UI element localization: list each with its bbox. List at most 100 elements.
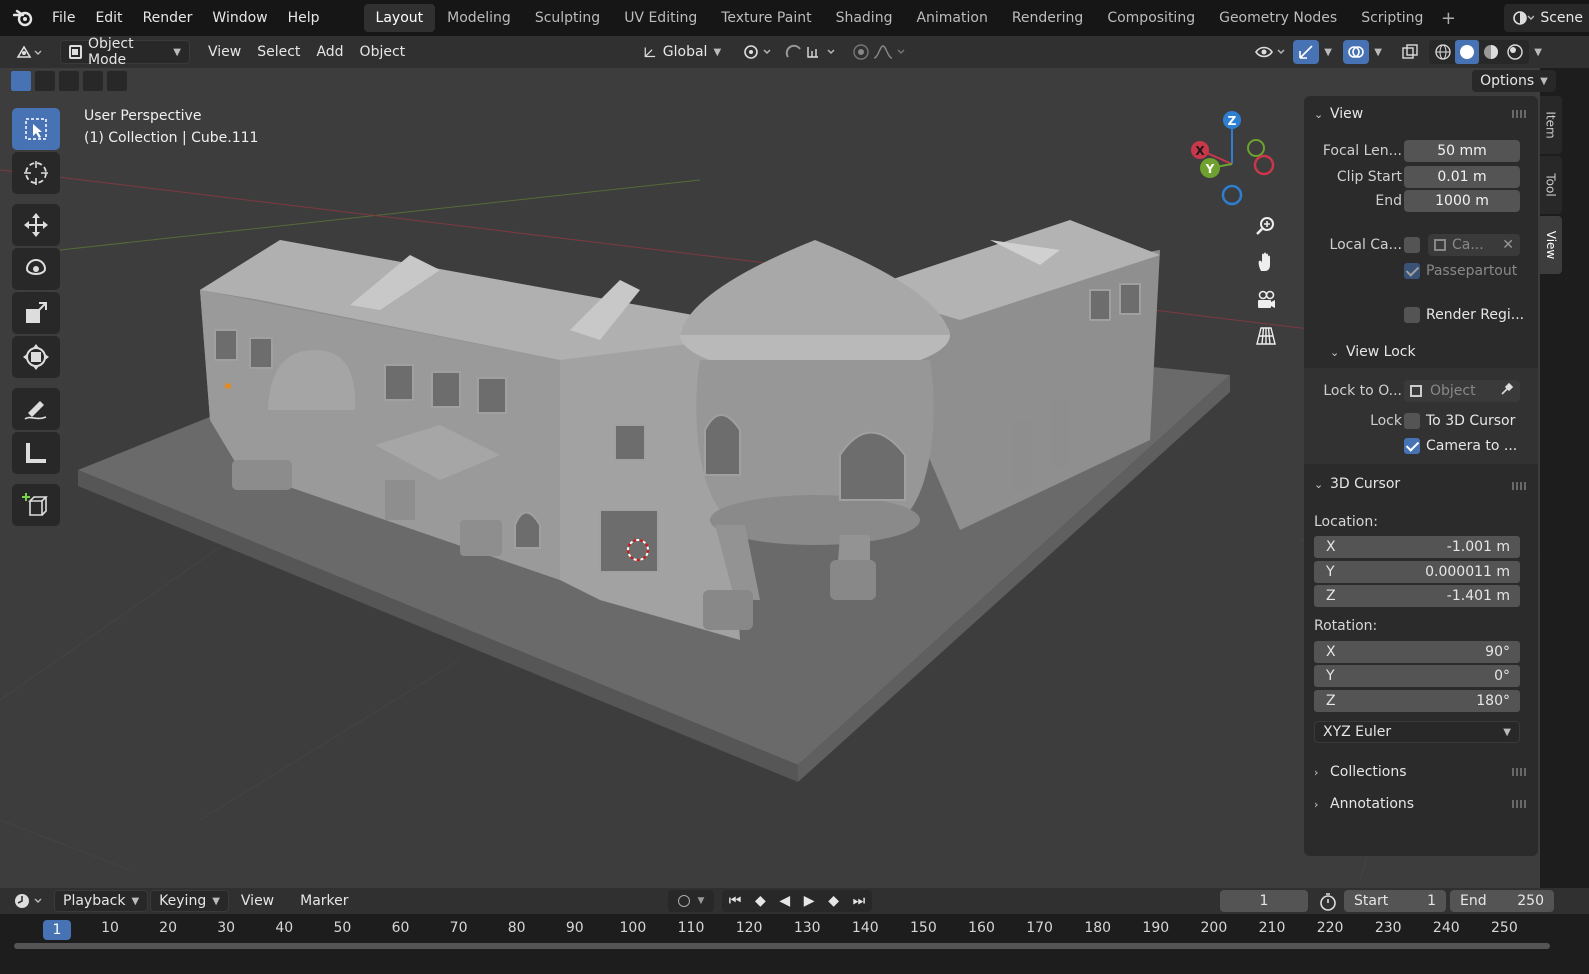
keying-menu[interactable]: Keying ▼ <box>150 890 229 912</box>
annotations-section-header[interactable]: › Annotations <box>1314 796 1414 812</box>
stopwatch-icon[interactable] <box>1318 892 1338 916</box>
scene-selector[interactable]: Scene <box>1504 4 1589 32</box>
add-workspace-icon[interactable]: + <box>1435 8 1461 29</box>
tab-shading[interactable]: Shading <box>824 4 905 32</box>
menu-window[interactable]: Window <box>202 4 277 32</box>
navigation-gizmo[interactable]: Z X Y <box>1180 102 1290 212</box>
rotation-mode-dropdown[interactable]: XYZ Euler ▼ <box>1314 721 1520 743</box>
xray-toggle-button[interactable] <box>1397 40 1423 64</box>
tab-geometry-nodes[interactable]: Geometry Nodes <box>1207 4 1349 32</box>
drag-handle-icon[interactable] <box>1512 110 1526 118</box>
lock-object-field[interactable]: Object <box>1404 380 1520 402</box>
rotate-tool[interactable] <box>12 248 60 290</box>
rendered-shading-icon[interactable] <box>1503 43 1527 61</box>
pivot-point-button[interactable] <box>739 40 779 64</box>
3d-cursor-section-header[interactable]: ⌄ 3D Cursor <box>1314 476 1400 492</box>
current-frame-field[interactable]: 1 <box>1220 890 1308 912</box>
transform-tool[interactable] <box>12 336 60 378</box>
local-camera-field[interactable]: Ca... ✕ <box>1428 234 1520 256</box>
timeline-editor-type-button[interactable] <box>10 889 50 913</box>
play-icon[interactable]: ▶ <box>804 893 815 909</box>
tab-uv-editing[interactable]: UV Editing <box>612 4 709 32</box>
cursor-location-x[interactable]: X -1.001 m <box>1314 536 1520 558</box>
solid-shading-icon[interactable] <box>1455 40 1480 64</box>
menu-file[interactable]: File <box>42 4 85 32</box>
move-tool[interactable] <box>12 204 60 246</box>
orientation-dropdown[interactable]: Global ▼ <box>635 40 729 64</box>
camera-view-icon[interactable] <box>1250 284 1282 316</box>
overlays-toggle-button[interactable] <box>1343 40 1370 64</box>
drag-handle-icon[interactable] <box>1512 800 1526 808</box>
select-intersect-icon[interactable] <box>106 70 128 92</box>
timeline-scrollbar[interactable] <box>14 943 1550 949</box>
jump-end-icon[interactable]: ⏭ <box>853 893 866 909</box>
view-lock-section-header[interactable]: ⌄ View Lock <box>1330 344 1416 360</box>
tab-compositing[interactable]: Compositing <box>1095 4 1207 32</box>
cursor-location-z[interactable]: Z -1.401 m <box>1314 585 1520 607</box>
menu-render[interactable]: Render <box>133 4 203 32</box>
header-menu-add[interactable]: Add <box>308 40 351 64</box>
focal-length-field[interactable]: 50 mm <box>1404 140 1520 162</box>
frame-ruler[interactable]: 1 10 20 30 40 50 60 70 80 90 100 110 120 130 140 150 160… <box>0 918 1589 940</box>
zoom-icon[interactable] <box>1250 210 1282 242</box>
timeline-menu-view[interactable]: View <box>233 889 282 913</box>
select-extend-icon[interactable] <box>34 70 56 92</box>
cursor-location-y[interactable]: Y 0.000011 m <box>1314 561 1520 583</box>
lock-to-cursor-checkbox[interactable] <box>1404 413 1420 429</box>
auto-keying-button[interactable]: ▼ <box>668 890 714 912</box>
pan-hand-icon[interactable] <box>1250 246 1282 278</box>
menu-help[interactable]: Help <box>278 4 330 32</box>
tab-texture-paint[interactable]: Texture Paint <box>709 4 823 32</box>
select-new-icon[interactable] <box>10 70 32 92</box>
clip-start-field[interactable]: 0.01 m <box>1404 166 1520 188</box>
tab-tool[interactable]: Tool <box>1540 156 1562 214</box>
editor-type-button[interactable] <box>10 40 50 64</box>
select-subtract-icon[interactable] <box>58 70 80 92</box>
blender-logo-icon[interactable] <box>12 7 34 29</box>
timeline-menu-marker[interactable]: Marker <box>292 889 356 913</box>
tab-modeling[interactable]: Modeling <box>435 4 523 32</box>
drag-handle-icon[interactable] <box>1512 482 1526 490</box>
options-dropdown[interactable]: Options ▼ <box>1472 70 1556 92</box>
proportional-edit-button[interactable] <box>851 40 911 64</box>
camera-to-view-checkbox[interactable] <box>1404 438 1420 454</box>
header-menu-select[interactable]: Select <box>249 40 308 64</box>
prev-keyframe-icon[interactable]: ◆ <box>755 893 766 909</box>
cursor-tool[interactable] <box>12 152 60 194</box>
local-camera-checkbox[interactable] <box>1404 237 1420 253</box>
view-section-header[interactable]: ⌄ View <box>1314 106 1363 122</box>
header-menu-view[interactable]: View <box>200 40 249 64</box>
jump-start-icon[interactable]: ⏮ <box>729 893 742 909</box>
tab-view[interactable]: View <box>1540 216 1562 274</box>
tab-layout[interactable]: Layout <box>363 4 436 32</box>
clear-icon[interactable]: ✕ <box>1502 237 1514 253</box>
add-cube-tool[interactable] <box>12 484 60 526</box>
scale-tool[interactable] <box>12 292 60 334</box>
tab-sculpting[interactable]: Sculpting <box>523 4 612 32</box>
select-box-tool[interactable] <box>12 108 60 150</box>
visibility-button[interactable] <box>1253 40 1289 64</box>
cursor-rotation-x[interactable]: X 90° <box>1314 641 1520 663</box>
perspective-grid-icon[interactable] <box>1250 320 1282 352</box>
header-menu-object[interactable]: Object <box>352 40 414 64</box>
cursor-rotation-y[interactable]: Y 0° <box>1314 665 1520 687</box>
tab-rendering[interactable]: Rendering <box>1000 4 1096 32</box>
end-frame-field[interactable]: End 250 <box>1450 890 1554 912</box>
next-keyframe-icon[interactable]: ◆ <box>828 893 839 909</box>
overlays-dropdown-icon[interactable]: ▼ <box>1369 40 1387 64</box>
render-region-checkbox[interactable] <box>1404 307 1420 323</box>
passepartout-checkbox[interactable] <box>1404 263 1420 279</box>
annotate-tool[interactable] <box>12 388 60 430</box>
gizmo-toggle-button[interactable] <box>1293 40 1320 64</box>
drag-handle-icon[interactable] <box>1512 768 1526 776</box>
play-reverse-icon[interactable]: ◀ <box>779 893 790 909</box>
snap-button[interactable] <box>783 40 843 64</box>
measure-tool[interactable] <box>12 432 60 474</box>
mode-dropdown[interactable]: Object Mode ▼ <box>60 36 190 68</box>
eyedropper-icon[interactable] <box>1500 382 1514 400</box>
clip-end-field[interactable]: 1000 m <box>1404 190 1520 212</box>
cursor-rotation-z[interactable]: Z 180° <box>1314 690 1520 712</box>
tab-animation[interactable]: Animation <box>904 4 999 32</box>
gizmo-dropdown-icon[interactable]: ▼ <box>1319 40 1337 64</box>
start-frame-field[interactable]: Start 1 <box>1344 890 1446 912</box>
